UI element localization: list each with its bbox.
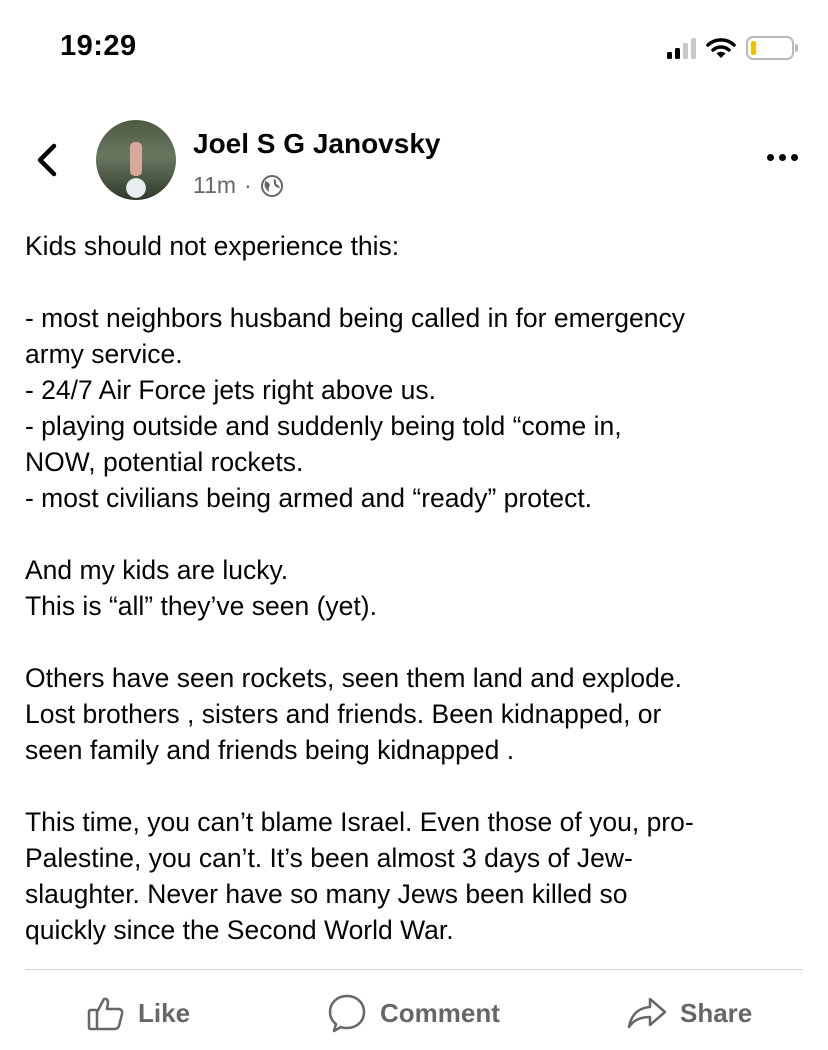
back-chevron-icon[interactable] [32, 140, 62, 180]
post-line: Others have seen rockets, seen them land… [25, 663, 683, 693]
post-line: quickly since the Second World War. [25, 915, 454, 945]
thumbs-up-icon [87, 997, 124, 1031]
post-line: slaughter. Never have so many Jews been … [25, 879, 628, 909]
post-line [25, 264, 810, 300]
post-line: Lost brothers , sisters and friends. Bee… [25, 699, 662, 729]
comment-label: Comment [380, 997, 500, 1028]
share-label: Share [680, 997, 753, 1028]
post-line: - playing outside and suddenly being tol… [25, 411, 622, 441]
post-line: And my kids are lucky. [25, 555, 289, 585]
more-options-icon[interactable] [767, 154, 798, 161]
post-line [25, 768, 810, 804]
post-line: NOW, potential rockets. [25, 447, 304, 477]
post-line [25, 516, 810, 552]
share-button[interactable]: Share [626, 985, 752, 1041]
post-line: - 24/7 Air Force jets right above us. [25, 375, 436, 405]
cellular-signal-icon [667, 37, 696, 59]
share-arrow-icon [627, 997, 667, 1029]
avatar[interactable] [96, 120, 176, 200]
meta-separator: · [244, 172, 252, 198]
post-line [25, 624, 810, 660]
comment-bubble-icon [328, 994, 366, 1033]
status-time: 19:29 [60, 30, 137, 62]
globe-icon [260, 174, 283, 197]
post-time[interactable]: 11m [193, 172, 236, 199]
like-button[interactable]: Like [86, 985, 190, 1041]
post-author-name[interactable]: Joel S G Janovsky [193, 128, 440, 160]
post-meta: 11m · [193, 172, 284, 199]
battery-icon [746, 36, 798, 60]
post-line: Palestine, you can’t. It’s been almost 3… [25, 843, 633, 873]
post-line: This time, you can’t blame Israel. Even … [25, 807, 694, 837]
post-line: - most neighbors husband being called in… [25, 303, 685, 333]
comment-button[interactable]: Comment [326, 985, 500, 1041]
post-line: - most civilians being armed and “ready”… [25, 483, 593, 513]
post-line: Kids should not experience this: [25, 231, 400, 261]
post-text: Kids should not experience this: - most … [25, 228, 810, 948]
action-divider [25, 969, 803, 970]
post-line: This is “all” they’ve seen (yet). [25, 591, 377, 621]
status-icons [667, 36, 798, 60]
action-bar: Like Comment Share [0, 985, 828, 1041]
post-line: seen family and friends being kidnapped … [25, 735, 515, 765]
wifi-icon [706, 38, 736, 58]
like-label: Like [138, 997, 191, 1028]
post-line: army service. [25, 339, 183, 369]
